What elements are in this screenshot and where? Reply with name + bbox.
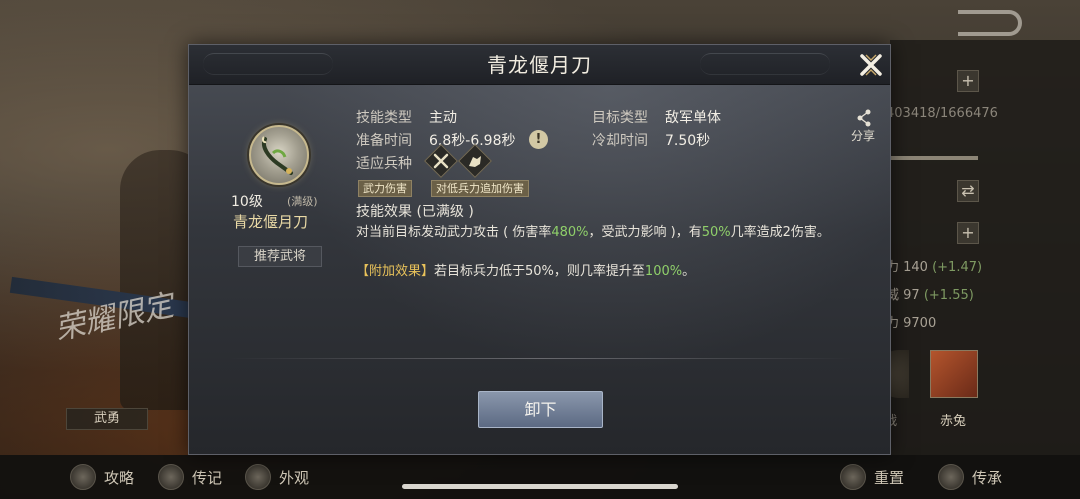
- stat-force: 力 140 (+1.47): [886, 256, 982, 275]
- appearance-button[interactable]: 外观: [245, 462, 309, 492]
- effect-title: 技能效果 (已满级 ): [356, 204, 474, 220]
- stat-might-bonus: (+1.55): [923, 288, 974, 303]
- cooldown-value: 7.50秒: [665, 133, 711, 149]
- right-stats-panel: [890, 40, 1080, 460]
- cooldown-label: 冷却时间: [592, 133, 648, 149]
- back-icon[interactable]: [958, 10, 1022, 36]
- share-label: 分享: [851, 129, 876, 143]
- dialog-title: 青龙偃月刀: [487, 53, 592, 77]
- skill-name: 青龙偃月刀: [233, 213, 309, 231]
- effect-damage-rate: 480%: [551, 225, 589, 240]
- target-type-label: 目标类型: [592, 110, 648, 126]
- reset-button[interactable]: 重置: [840, 462, 904, 492]
- inherit-icon: [938, 464, 964, 490]
- reset-label: 重置: [874, 468, 905, 487]
- hero-id-text: 403418/1666476: [886, 106, 998, 121]
- extra-effect-text-b: 。: [682, 264, 696, 279]
- book-icon: [70, 464, 96, 490]
- close-button[interactable]: [857, 51, 885, 79]
- stat-force-bonus: (+1.47): [932, 260, 983, 275]
- stat-force-value: 力 140: [886, 260, 928, 275]
- effect-chance: 50%: [701, 225, 731, 240]
- skill-level: 10级: [231, 194, 263, 210]
- home-indicator[interactable]: [402, 484, 678, 489]
- prep-time-label: 准备时间: [356, 133, 412, 149]
- skill-type-label: 技能类型: [356, 110, 412, 126]
- stat-troops: 力 9700: [886, 316, 937, 331]
- close-icon: [860, 54, 882, 76]
- scroll-icon: [158, 464, 184, 490]
- biography-button[interactable]: 传记: [158, 462, 222, 492]
- guide-label: 攻略: [104, 468, 135, 487]
- troop-type-label: 适应兵种: [356, 156, 412, 172]
- effect-text-b: ，受武力影响 )，有: [588, 225, 702, 240]
- inherit-button[interactable]: 传承: [938, 462, 1002, 492]
- unequip-button[interactable]: 卸下: [478, 391, 603, 428]
- recommend-general-button[interactable]: 推荐武将: [238, 246, 322, 267]
- effect-text-c: 几率造成2伤害。: [730, 225, 830, 240]
- stat-might: 威 97 (+1.55): [886, 284, 974, 303]
- divider: [229, 358, 851, 359]
- skill-type-value: 主动: [429, 110, 457, 126]
- biography-label: 传记: [192, 468, 223, 487]
- effect-text-a: 对当前目标发动武力攻击 ( 伤害率: [356, 225, 552, 240]
- appearance-label: 外观: [279, 468, 310, 487]
- stat-might-value: 威 97: [886, 288, 920, 303]
- inherit-label: 传承: [972, 468, 1003, 487]
- tag-low-troop-bonus: 对低兵力追加伤害: [431, 180, 529, 197]
- swap-button[interactable]: ⇄: [957, 180, 979, 202]
- add-point-button[interactable]: +: [957, 222, 979, 244]
- horse-label: 赤兔: [940, 414, 967, 429]
- guide-button[interactable]: 攻略: [70, 462, 134, 492]
- skill-level-max: (满级): [287, 195, 318, 208]
- exp-bar: [890, 156, 978, 160]
- reset-icon: [840, 464, 866, 490]
- skill-detail-dialog: 青龙偃月刀 10级 (满级) 青龙偃月刀 推荐武将 技能类型 主动 目标类型 敌…: [188, 44, 891, 455]
- extra-effect-rate: 100%: [644, 264, 683, 279]
- effect-description: 对当前目标发动武力攻击 ( 伤害率480%，受武力影响 )，有50%几率造成2伤…: [356, 225, 836, 241]
- add-button[interactable]: +: [957, 70, 979, 92]
- extra-effect: 【附加效果】若目标兵力低于50%，则几率提升至100%。: [356, 260, 695, 279]
- dialog-header: 青龙偃月刀: [189, 45, 890, 85]
- extra-effect-label: 【附加效果】: [356, 264, 435, 279]
- info-icon[interactable]: !: [529, 130, 548, 149]
- red-hare-horse-card[interactable]: [930, 350, 978, 398]
- tag-force-damage: 武力伤害: [358, 180, 412, 197]
- brave-tag: 武勇: [66, 408, 148, 430]
- helmet-icon: [245, 464, 271, 490]
- share-icon: [857, 109, 871, 127]
- target-type-value: 敌军单体: [665, 110, 721, 126]
- blade-skill-icon: [249, 125, 309, 185]
- extra-effect-text-a: 若目标兵力低于50%，则几率提升至: [434, 264, 645, 279]
- glaive-icon: [261, 136, 293, 175]
